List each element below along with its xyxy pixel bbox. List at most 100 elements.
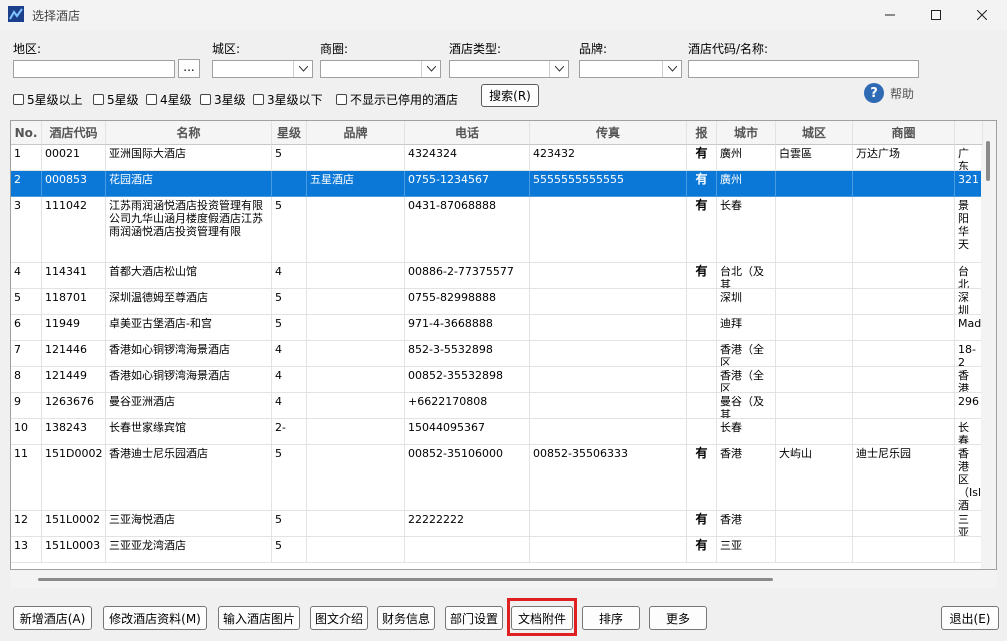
checkbox-hide-disabled[interactable]: 不显示已停用的酒店 bbox=[336, 91, 458, 108]
table-cell bbox=[307, 393, 405, 419]
table-row[interactable]: 2 000853 花园酒店 五星酒店 0755-1234567 5555555555555… bbox=[11, 171, 983, 197]
help-icon: ? bbox=[864, 83, 884, 103]
table-cell bbox=[307, 419, 405, 445]
column-header[interactable]: 商圈 bbox=[853, 121, 955, 145]
close-button[interactable] bbox=[959, 0, 1005, 30]
table-cell: 0755-82998888 bbox=[405, 289, 530, 315]
chevron-down-icon bbox=[662, 61, 681, 77]
table-cell: 有 bbox=[687, 537, 717, 563]
table-row[interactable]: 13 151L0003 三亚亚龙湾酒店 5 有三亚 bbox=[11, 537, 983, 563]
column-header[interactable]: 品牌 bbox=[307, 121, 405, 145]
table-cell: 121449 bbox=[42, 367, 106, 393]
table-cell: 有 bbox=[687, 145, 717, 171]
table-cell bbox=[272, 171, 307, 197]
table-cell: 台北 bbox=[955, 263, 983, 289]
help-button[interactable]: ? 帮助 bbox=[864, 83, 914, 103]
table-cell: 香港 bbox=[717, 445, 776, 511]
app-icon bbox=[8, 6, 24, 22]
table-cell: 长春 bbox=[717, 419, 776, 445]
table-row[interactable]: 4 114341 首都大酒店松山馆 4 00886-2-77375577 有台北（及其 台北 bbox=[11, 263, 983, 289]
table-row[interactable]: 7 121446 香港如心铜锣湾海景酒店 4 852-3-5532898 香港（全区 18-… bbox=[11, 341, 983, 367]
table-row[interactable]: 8 121449 香港如心铜锣湾海景酒店 4 00852-35532898 香港（全区 香港 bbox=[11, 367, 983, 393]
search-button[interactable]: 搜索(R) bbox=[481, 84, 539, 107]
department-button[interactable]: 部门设置 bbox=[445, 606, 503, 630]
district-label: 城区: bbox=[212, 42, 241, 56]
horizontal-scrollbar[interactable] bbox=[10, 570, 997, 588]
table-cell: 曼谷亚洲酒店 bbox=[106, 393, 272, 419]
table-cell: 11 bbox=[11, 445, 42, 511]
table-row[interactable]: 1 00021 亚洲国际大酒店 5 4324324 423432 有廣州 白雲區 万达广场 广东 bbox=[11, 145, 983, 171]
table-cell: 廣州 bbox=[717, 171, 776, 197]
column-header[interactable]: No. bbox=[11, 121, 42, 145]
table-cell: 00852-35506333 bbox=[530, 445, 687, 511]
exit-button[interactable]: 退出(E) bbox=[941, 606, 999, 630]
minimize-icon bbox=[885, 14, 895, 16]
table-cell bbox=[307, 145, 405, 171]
maximize-button[interactable] bbox=[913, 0, 959, 30]
column-header[interactable]: 酒店代码 bbox=[42, 121, 106, 145]
table-cell bbox=[853, 289, 955, 315]
table-cell bbox=[530, 197, 687, 263]
table-cell: 4 bbox=[11, 263, 42, 289]
table-row[interactable]: 3 111042 江苏雨润涵悦酒店投资管理有限公司九华山涵月楼度假酒店江苏雨润涵悦酒… bbox=[11, 197, 983, 263]
table-cell bbox=[307, 537, 405, 563]
table-cell: 22222222 bbox=[405, 511, 530, 537]
hotel-table[interactable]: 1 00021 亚洲国际大酒店 5 4324324 423432 有廣州 白雲區 万达广场 广东 2… bbox=[10, 120, 997, 570]
business-area-select[interactable] bbox=[320, 60, 441, 78]
close-icon bbox=[977, 10, 987, 20]
intro-button[interactable]: 图文介绍 bbox=[310, 606, 368, 630]
table-cell: 852-3-5532898 bbox=[405, 341, 530, 367]
table-cell: 5 bbox=[272, 289, 307, 315]
region-browse-button[interactable]: ... bbox=[178, 59, 200, 78]
table-cell: 5 bbox=[11, 289, 42, 315]
table-cell bbox=[776, 537, 853, 563]
table-row[interactable]: 5 118701 深圳温德姆至尊酒店 5 0755-82998888 深圳 深圳 bbox=[11, 289, 983, 315]
column-header[interactable]: 星级 bbox=[272, 121, 307, 145]
table-cell: 有 bbox=[687, 263, 717, 289]
checkbox-below-3-star[interactable]: 3星级以下 bbox=[253, 91, 323, 108]
region-input[interactable] bbox=[13, 60, 175, 78]
column-header[interactable]: 名称 bbox=[106, 121, 272, 145]
table-cell: 151D0002 bbox=[42, 445, 106, 511]
table-cell: 江苏雨润涵悦酒店投资管理有限公司九华山涵月楼度假酒店江苏雨润涵悦酒店投资管理有限 bbox=[106, 197, 272, 263]
table-header: No.酒店代码名称星级品牌电话传真报价城市城区商圈 bbox=[11, 121, 983, 145]
checkbox-4-star[interactable]: 4星级 bbox=[146, 91, 192, 108]
column-header[interactable] bbox=[955, 121, 983, 145]
table-cell: 0755-1234567 bbox=[405, 171, 530, 197]
minimize-button[interactable] bbox=[867, 0, 913, 30]
table-row[interactable]: 12 151L0002 三亚海悦酒店 5 22222222 有香港 三亚 bbox=[11, 511, 983, 537]
add-hotel-button[interactable]: 新增酒店(A) bbox=[13, 606, 92, 630]
table-cell: 白雲區 bbox=[776, 145, 853, 171]
table-row[interactable]: 6 11949 卓美亚古堡酒店-和宫 5 971-4-3668888 迪拜 Madi bbox=[11, 315, 983, 341]
table-cell bbox=[530, 367, 687, 393]
checkbox-5-star[interactable]: 5星级 bbox=[93, 91, 139, 108]
brand-select[interactable] bbox=[579, 60, 682, 78]
column-header[interactable]: 电话 bbox=[405, 121, 530, 145]
vertical-scrollbar[interactable] bbox=[981, 121, 996, 569]
column-header[interactable]: 城市 bbox=[717, 121, 776, 145]
table-cell: 迪拜 bbox=[717, 315, 776, 341]
hotel-type-select[interactable] bbox=[449, 60, 569, 78]
sort-button[interactable]: 排序 bbox=[582, 606, 640, 630]
column-header[interactable]: 传真 bbox=[530, 121, 687, 145]
table-cell: 5 bbox=[272, 197, 307, 263]
checkbox-above-5-star[interactable]: 5星级以上 bbox=[13, 91, 83, 108]
district-select[interactable] bbox=[212, 60, 313, 78]
column-header[interactable]: 报价 bbox=[687, 121, 717, 145]
table-cell: 15044095367 bbox=[405, 419, 530, 445]
upload-image-button[interactable]: 输入酒店图片 bbox=[218, 606, 300, 630]
checkbox-3-star[interactable]: 3星级 bbox=[200, 91, 246, 108]
table-row[interactable]: 10 138243 长春世家缘宾馆 2- 15044095367 长春 长春 bbox=[11, 419, 983, 445]
table-cell: 深圳 bbox=[717, 289, 776, 315]
table-row[interactable]: 11 151D0002 香港迪士尼乐园酒店 5 00852-35106000 00852-… bbox=[11, 445, 983, 511]
table-row[interactable]: 9 1263676 曼谷亚洲酒店 4 +6622170808 曼谷（及其 296 bbox=[11, 393, 983, 419]
table-cell: 亚洲国际大酒店 bbox=[106, 145, 272, 171]
table-cell bbox=[307, 341, 405, 367]
more-button[interactable]: 更多 bbox=[649, 606, 707, 630]
table-cell: 深圳 bbox=[955, 289, 983, 315]
finance-button[interactable]: 财务信息 bbox=[377, 606, 435, 630]
table-cell: 1263676 bbox=[42, 393, 106, 419]
code-name-input[interactable] bbox=[688, 60, 919, 78]
edit-hotel-button[interactable]: 修改酒店资料(M) bbox=[103, 606, 207, 630]
column-header[interactable]: 城区 bbox=[776, 121, 853, 145]
